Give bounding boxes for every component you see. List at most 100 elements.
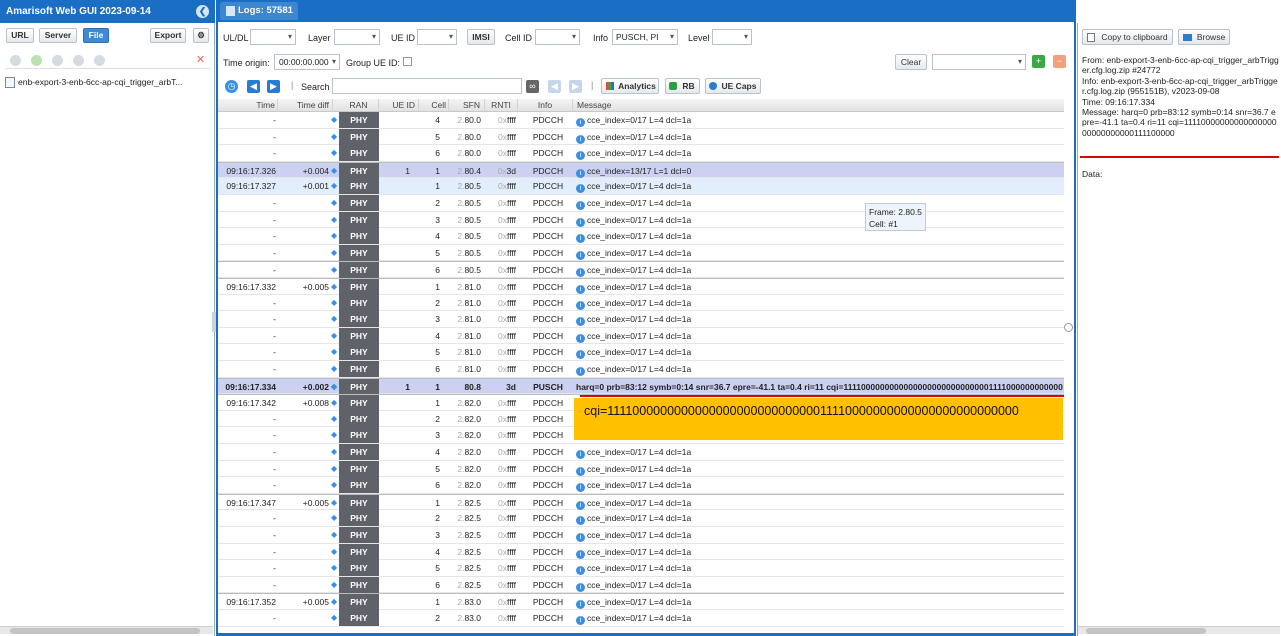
table-row[interactable]: - ◆ PHY 4 2.82.5 0xffff PDCCH i cce_index=0/17 L… xyxy=(218,543,1064,561)
tooltip-frame: Frame: 2.80.5 xyxy=(869,207,922,217)
browse-button[interactable]: Browse xyxy=(1178,29,1230,45)
cell-ran: PHY xyxy=(339,178,379,195)
search-input[interactable] xyxy=(332,78,522,94)
col-ueid[interactable]: UE ID xyxy=(379,99,419,112)
rb-button[interactable]: RB xyxy=(665,78,700,94)
table-row[interactable]: - ◆ PHY 4 2.80.5 0xffff PDCCH i cce_index=0/17 L… xyxy=(218,228,1064,245)
table-row[interactable]: - ◆ PHY 6 2.80.0 0xffff PDCCH i cce_index=0/17 L… xyxy=(218,145,1064,162)
left-splitter-handle[interactable] xyxy=(212,312,216,332)
table-row[interactable]: - ◆ PHY 3 2.80.5 0xffff PDCCH i cce_index=0/17 L… xyxy=(218,211,1064,229)
table-row[interactable]: - ◆ PHY 5 2.81.0 0xffff PDCCH i cce_index=0/17 L… xyxy=(218,344,1064,361)
rnti-value: ffff xyxy=(507,413,516,424)
info-icon: i xyxy=(576,168,585,178)
table-row[interactable]: - ◆ PHY 6 2.82.5 0xffff PDCCH i cce_index=0/17 L… xyxy=(218,576,1064,594)
collapse-panel-icon[interactable]: ❮ xyxy=(196,5,209,18)
table-row[interactable]: - ◆ PHY 6 2.80.5 0xffff PDCCH i cce_index=0/17 L… xyxy=(218,261,1064,279)
ueid-select[interactable] xyxy=(417,29,457,45)
edit-icon[interactable] xyxy=(10,55,21,66)
table-row[interactable]: 09:16:17.352 +0.005 ◆ PHY 1 2.83.0 0xffff PDCCH… xyxy=(218,593,1064,611)
imsi-button[interactable]: IMSI xyxy=(467,29,495,45)
col-ran[interactable]: RAN xyxy=(339,99,379,112)
server-button[interactable]: Server xyxy=(39,28,77,43)
table-row[interactable]: - ◆ PHY 3 2.81.0 0xffff PDCCH i cce_index=0/17 L… xyxy=(218,311,1064,328)
col-info[interactable]: Info xyxy=(518,99,573,112)
cell-rnti: 0xffff xyxy=(492,544,516,560)
remove-icon[interactable]: − xyxy=(1053,55,1066,68)
splitter-handle-icon[interactable] xyxy=(1064,323,1073,332)
table-row[interactable]: - ◆ PHY 3 2.82.5 0xffff PDCCH i cce_index=0/17 L… xyxy=(218,527,1064,544)
cell-rnti: 0xffff xyxy=(492,228,516,244)
right-scrollbar[interactable] xyxy=(1078,626,1280,634)
clear-select[interactable] xyxy=(932,54,1026,70)
check-icon[interactable] xyxy=(31,55,42,66)
col-time[interactable]: Time xyxy=(218,99,278,112)
group-ueid-checkbox[interactable] xyxy=(403,57,412,66)
layer-select[interactable] xyxy=(334,29,380,45)
url-button[interactable]: URL xyxy=(6,28,34,43)
left-scrollbar[interactable] xyxy=(0,626,213,634)
table-row[interactable]: 09:16:17.326 +0.004 ◆ PHY 1 1 2.80.4 0x3d PDCCH i… xyxy=(218,161,1064,179)
table-row[interactable]: - ◆ PHY 6 2.81.0 0xffff PDCCH i cce_index=0/17 L… xyxy=(218,361,1064,378)
table-row[interactable]: - ◆ PHY 6 2.82.0 0xffff PDCCH i cce_index=0/17 L… xyxy=(218,477,1064,494)
cell-info: PDCCH xyxy=(532,413,564,424)
cell-rnti: 0xffff xyxy=(492,610,516,626)
binoculars-icon[interactable]: ∞ xyxy=(526,80,539,93)
cell-ueid: 1 xyxy=(405,381,410,392)
cell-info: PDCCH xyxy=(532,297,564,308)
sfn-value: 81.0 xyxy=(464,282,481,292)
time-origin-input[interactable]: 00:00:00.000 xyxy=(274,54,340,70)
uldl-select[interactable] xyxy=(250,29,296,45)
col-sfn[interactable]: SFN xyxy=(449,99,485,112)
table-row[interactable]: - ◆ PHY 5 2.82.5 0xffff PDCCH i cce_index=0/17 L… xyxy=(218,560,1064,577)
add-icon[interactable]: + xyxy=(1032,55,1045,68)
table-row[interactable]: - ◆ PHY 2 2.80.5 0xffff PDCCH i cce_index=0/17 L… xyxy=(218,195,1064,212)
table-row[interactable]: 09:16:17.334 +0.002◆PHY 1 1 80.8 3d PUSCH iharq… xyxy=(218,377,1064,395)
tree-item-log-file[interactable]: enb-export-3-enb-6cc-ap-cqi_trigger_arbT… xyxy=(18,77,182,87)
search-next-icon[interactable]: ▶ xyxy=(569,80,582,93)
message-text: cce_index=0/17 L=4 dcl=1a xyxy=(587,497,692,508)
arrow-left-icon[interactable]: ◀ xyxy=(247,80,260,93)
message-text: cce_index=0/17 L=4 dcl=1a xyxy=(587,513,692,524)
table-row[interactable]: - ◆ PHY 2 2.82.5 0xffff PDCCH i cce_index=0/17 L… xyxy=(218,510,1064,527)
table-row[interactable]: - ◆ PHY 4 2.80.0 0xffff PDCCH i cce_index=0/17 L… xyxy=(218,112,1064,129)
table-row[interactable]: - ◆ PHY 2 2.83.0 0xffff PDCCH i cce_index=0/17 L… xyxy=(218,610,1064,627)
settings-icon[interactable]: ⚙ xyxy=(193,28,209,43)
add-icon[interactable] xyxy=(94,55,105,66)
cell-message: i cce_index=0/17 L=4 dcl=1a xyxy=(576,245,1064,261)
table-row[interactable]: 09:16:17.347 +0.005 ◆ PHY 1 2.82.5 0xffff PDCCH… xyxy=(218,493,1064,511)
table-row[interactable]: - ◆ PHY 5 2.80.0 0xffff PDCCH i cce_index=0/17 L… xyxy=(218,128,1064,146)
analytics-button[interactable]: Analytics xyxy=(601,78,659,94)
table-row[interactable]: - ◆ PHY 2 2.81.0 0xffff PDCCH i cce_index=0/17 L… xyxy=(218,294,1064,312)
cell-time-diff: +0.004 xyxy=(302,165,329,176)
copy-to-clipboard-button[interactable]: Copy to clipboard xyxy=(1082,29,1173,45)
table-row[interactable]: - ◆ PHY 5 2.82.0 0xffff PDCCH i cce_index=0/17 L… xyxy=(218,460,1064,478)
col-time-diff[interactable]: Time diff xyxy=(278,99,333,112)
rnti-prefix: 0x xyxy=(498,480,507,491)
table-row[interactable]: 09:16:17.327 +0.001 ◆ PHY 1 2.80.5 0xffff PDCCH… xyxy=(218,178,1064,195)
table-row[interactable]: 09:16:17.332 +0.005 ◆ PHY 1 2.81.0 0xffff PDCCH… xyxy=(218,278,1064,295)
table-row[interactable]: - ◆ PHY 4 2.82.0 0xffff PDCCH i cce_index=0/17 L… xyxy=(218,444,1064,461)
cellid-select[interactable] xyxy=(535,29,580,45)
clock-icon[interactable]: ◷ xyxy=(225,80,238,93)
info-select[interactable]: PUSCH, PI xyxy=(612,29,678,45)
col-rnti[interactable]: RNTI xyxy=(485,99,518,112)
cell-message: i cce_index=0/17 L=4 dcl=1a xyxy=(576,361,1064,377)
col-message[interactable]: Message xyxy=(573,99,1064,112)
file-button[interactable]: File xyxy=(83,28,109,43)
message-text: cce_index=0/17 L=4 dcl=1a xyxy=(587,563,692,574)
arrow-right-icon[interactable]: ▶ xyxy=(267,80,280,93)
detail-info: Info: enb-export-3-enb-6cc-ap-cqi_trigge… xyxy=(1082,75,1278,97)
search-prev-icon[interactable]: ◀ xyxy=(548,80,561,93)
clear-button[interactable]: Clear xyxy=(895,54,927,70)
cell-info: PDCCH xyxy=(532,330,564,341)
table-row[interactable]: - ◆ PHY 4 2.81.0 0xffff PDCCH i cce_index=0/17 L… xyxy=(218,327,1064,345)
export-button[interactable]: Export xyxy=(150,28,186,43)
refresh-icon[interactable] xyxy=(52,55,63,66)
cell-ran: PHY xyxy=(339,294,379,311)
reload-icon[interactable] xyxy=(73,55,84,66)
uecaps-button[interactable]: UE Caps xyxy=(705,78,761,94)
level-select[interactable] xyxy=(712,29,752,45)
close-icon[interactable]: ✕ xyxy=(195,55,206,66)
table-row[interactable]: - ◆ PHY 5 2.80.5 0xffff PDCCH i cce_index=0/17 L… xyxy=(218,244,1064,262)
col-cell[interactable]: Cell xyxy=(419,99,449,112)
